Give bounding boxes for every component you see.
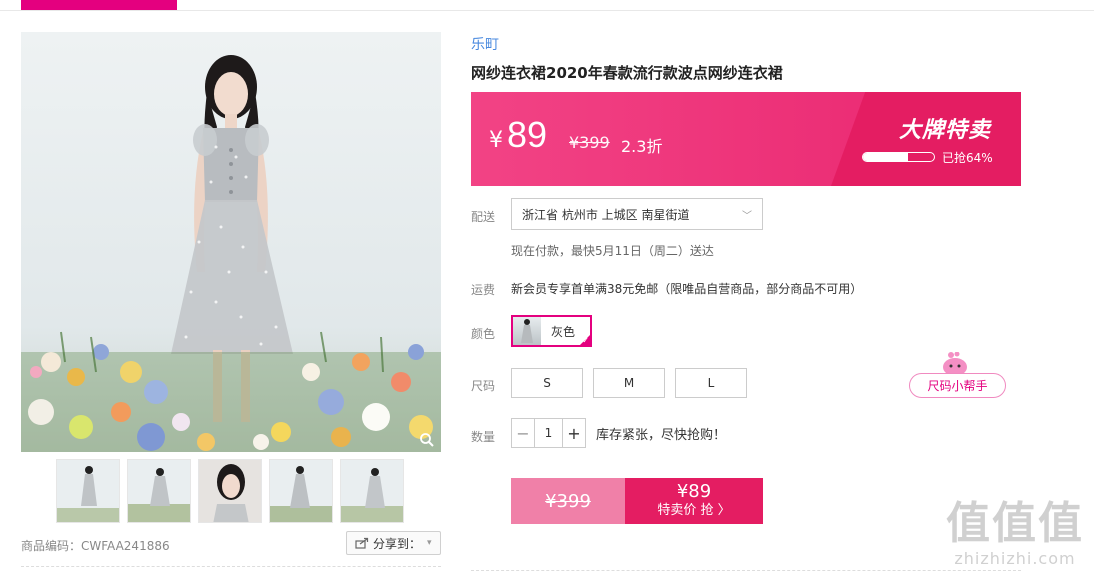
zoom-icon[interactable] bbox=[419, 432, 435, 448]
shipping-info: 新会员专享首单满38元免邮（限唯品自营商品，部分商品不可用） bbox=[511, 282, 863, 296]
watermark-brand: 值值值 bbox=[946, 498, 1084, 549]
product-title: 网纱连衣裙2020年春款流行款波点网纱连衣裙 bbox=[471, 64, 783, 82]
size-helper-button[interactable]: 尺码小帮手 bbox=[909, 373, 1006, 398]
original-price-button[interactable]: ¥399 bbox=[511, 478, 625, 524]
caret-down-icon: ▾ bbox=[427, 538, 432, 548]
divider bbox=[471, 570, 1021, 571]
discount-rate: 2.3折 bbox=[621, 137, 663, 156]
brand-link[interactable]: 乐町 bbox=[471, 34, 499, 54]
thumbnail-3[interactable] bbox=[198, 459, 262, 523]
currency-symbol: ¥ bbox=[489, 128, 503, 153]
delivery-eta: 现在付款，最快5月11日（周二）送达 bbox=[511, 244, 714, 258]
color-option-gray[interactable]: 灰色 ✓ bbox=[511, 315, 592, 347]
price-banner: ¥ 89 ¥399 2.3折 大牌特卖 已抢64% bbox=[471, 92, 1021, 186]
stock-warning: 库存紧张，尽快抢购！ bbox=[596, 428, 727, 443]
event-title: 大牌特卖 bbox=[898, 118, 991, 143]
quantity-stepper: − 1 + bbox=[511, 418, 586, 448]
address-value: 浙江省 杭州市 上城区 南星街道 bbox=[522, 207, 690, 222]
quantity-value[interactable]: 1 bbox=[534, 419, 563, 447]
current-price-value: 89 bbox=[507, 114, 548, 155]
shipping-label: 运费 bbox=[471, 283, 496, 297]
original-price: ¥399 bbox=[569, 133, 610, 152]
size-option-m[interactable]: M bbox=[593, 368, 665, 398]
size-label: 尺码 bbox=[471, 379, 496, 393]
buy-price: ¥89 bbox=[676, 481, 712, 502]
thumbnail-2[interactable] bbox=[127, 459, 191, 523]
tab-divider bbox=[0, 10, 1094, 11]
address-select[interactable]: 浙江省 杭州市 上城区 南星街道 ﹀ bbox=[511, 198, 763, 230]
decrease-button[interactable]: − bbox=[512, 419, 534, 447]
sold-progress-bar bbox=[862, 152, 935, 162]
main-product-image[interactable] bbox=[21, 32, 441, 452]
buy-now-button[interactable]: ¥89 特卖价 抢 〉 bbox=[625, 478, 763, 524]
buy-action-label: 特卖价 抢 〉 bbox=[657, 503, 731, 518]
current-price: ¥ 89 bbox=[489, 114, 547, 156]
chevron-down-icon: ﹀ bbox=[742, 210, 752, 222]
thumbnail-5[interactable] bbox=[340, 459, 404, 523]
share-icon bbox=[355, 537, 369, 549]
active-tab-indicator bbox=[21, 0, 177, 10]
model-photo-illustration bbox=[21, 32, 441, 452]
site-watermark: 值值值 zhizhizhi.com bbox=[946, 498, 1084, 569]
size-option-s[interactable]: S bbox=[511, 368, 583, 398]
quantity-label: 数量 bbox=[471, 430, 496, 444]
divider bbox=[21, 566, 441, 567]
delivery-label: 配送 bbox=[471, 210, 496, 224]
share-button[interactable]: 分享到： ▾ bbox=[346, 531, 441, 555]
color-label: 颜色 bbox=[471, 327, 496, 341]
thumbnail-1[interactable] bbox=[56, 459, 120, 523]
sold-percentage: 已抢64% bbox=[942, 151, 993, 165]
color-swatch-image bbox=[513, 317, 541, 345]
check-icon: ✓ bbox=[582, 336, 589, 345]
color-option-label: 灰色 bbox=[551, 324, 576, 339]
product-sku: 商品编码：CWFAA241886 bbox=[21, 539, 170, 553]
thumbnail-strip bbox=[56, 459, 404, 523]
share-label: 分享到： bbox=[373, 536, 422, 551]
sold-progress-fill bbox=[863, 153, 909, 161]
size-option-l[interactable]: L bbox=[675, 368, 747, 398]
watermark-url: zhizhizhi.com bbox=[954, 549, 1076, 568]
thumbnail-4[interactable] bbox=[269, 459, 333, 523]
increase-button[interactable]: + bbox=[563, 419, 585, 447]
